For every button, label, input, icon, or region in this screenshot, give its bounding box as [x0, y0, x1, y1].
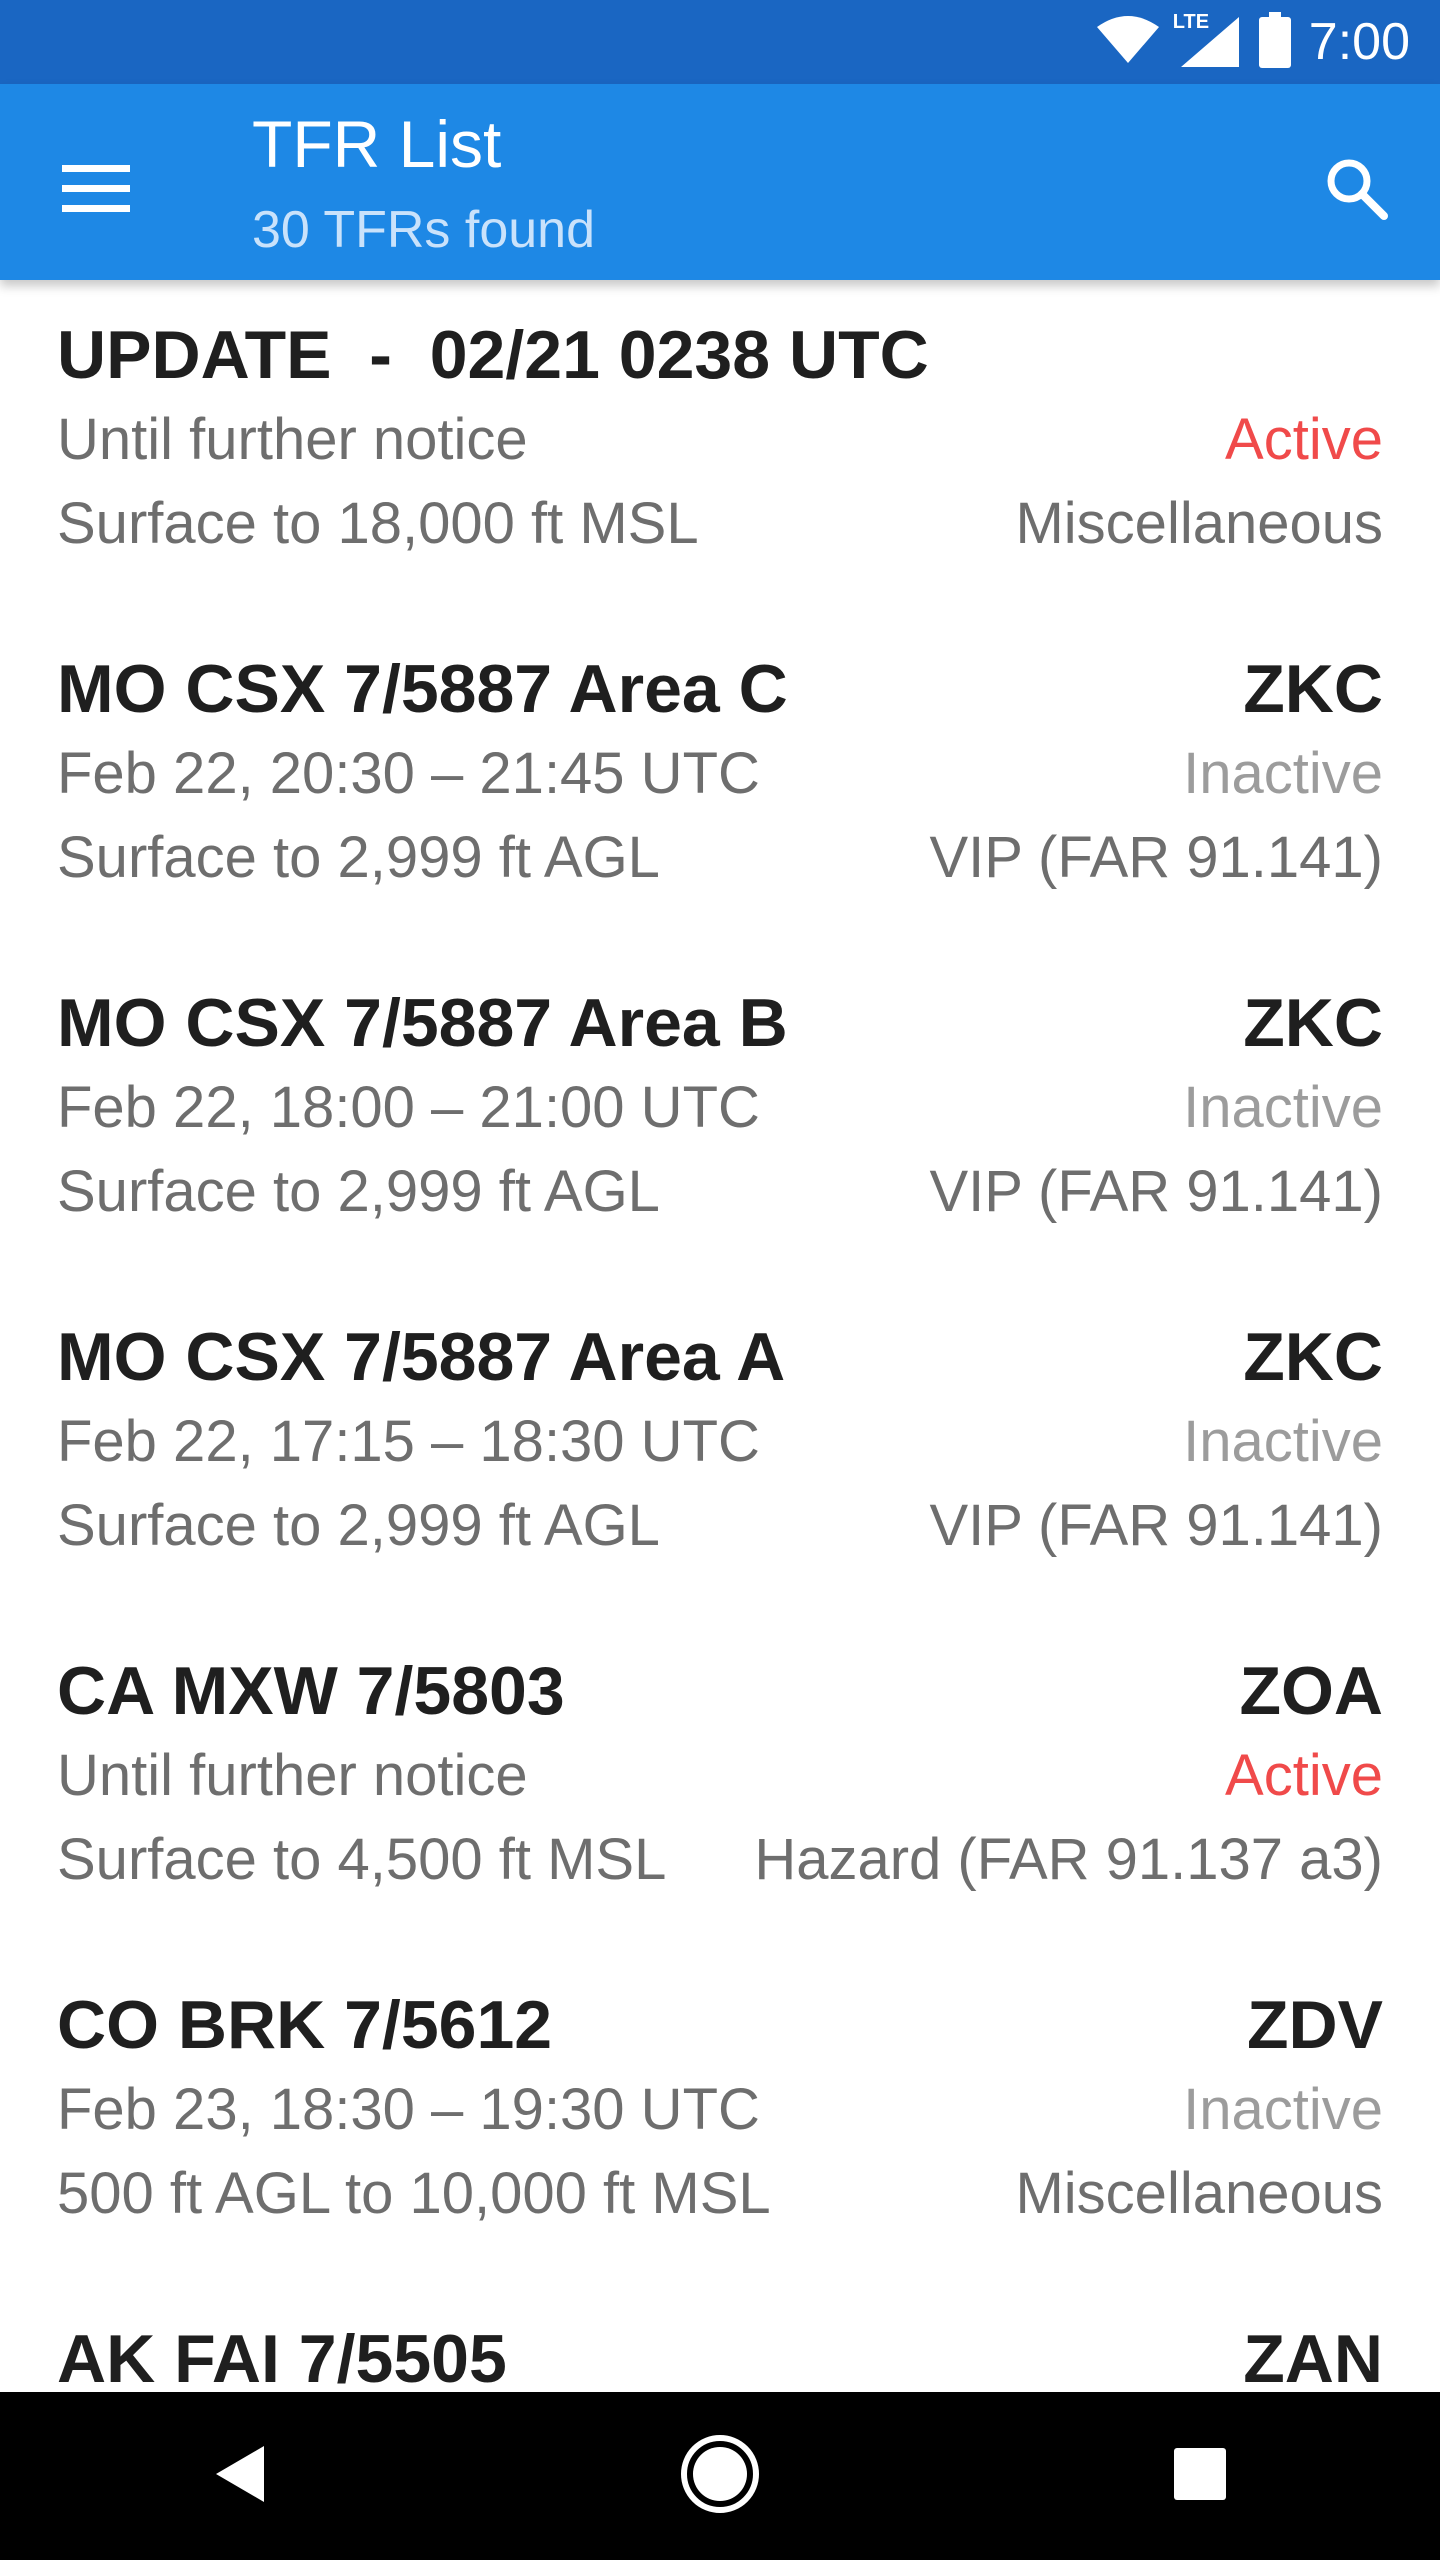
app-bar: TFR List 30 TFRs found [0, 84, 1440, 280]
tfr-count: 30 TFRs found [252, 201, 596, 259]
tfr-center: ZOA [1239, 1653, 1383, 1729]
home-button[interactable] [650, 2406, 790, 2546]
search-button[interactable] [1308, 142, 1404, 238]
search-icon [1324, 156, 1388, 224]
tfr-center: ZKC [1243, 651, 1383, 727]
tfr-altitude: Surface to 2,999 ft AGL [57, 825, 660, 890]
tfr-list-item[interactable]: AK FAI 7/5505 ZAN [0, 2284, 1440, 2392]
tfr-type: VIP (FAR 91.141) [929, 825, 1384, 890]
tfr-type: VIP (FAR 91.141) [929, 1493, 1384, 1558]
tfr-title: MO CSX 7/5887 Area A [57, 1319, 786, 1395]
tfr-altitude: Surface to 2,999 ft AGL [57, 1159, 660, 1224]
tfr-list-item[interactable]: UPDATE - 02/21 0238 UTC Until further no… [0, 280, 1440, 614]
tfr-center: ZAN [1243, 2321, 1383, 2392]
tfr-time: Feb 22, 17:15 – 18:30 UTC [57, 1409, 760, 1474]
tfr-type: Miscellaneous [1015, 2161, 1383, 2226]
tfr-type: VIP (FAR 91.141) [929, 1159, 1384, 1224]
cell-signal-icon: LTE [1173, 11, 1241, 69]
status-bar: LTE 7:00 [0, 0, 1440, 84]
tfr-center: ZKC [1243, 1319, 1383, 1395]
tfr-status: Inactive [1183, 1075, 1383, 1140]
tfr-list-item[interactable]: CA MXW 7/5803 ZOA Until further notice A… [0, 1616, 1440, 1950]
tfr-title: MO CSX 7/5887 Area C [57, 651, 788, 727]
tfr-altitude: Surface to 18,000 ft MSL [57, 491, 699, 556]
tfr-title: CA MXW 7/5803 [57, 1653, 565, 1729]
wifi-icon [1095, 15, 1161, 69]
navigation-bar [0, 2392, 1440, 2560]
back-button[interactable] [170, 2406, 310, 2546]
battery-icon [1258, 12, 1291, 72]
tfr-altitude: 500 ft AGL to 10,000 ft MSL [57, 2161, 771, 2226]
recents-button[interactable] [1130, 2406, 1270, 2546]
home-icon [678, 2432, 762, 2520]
tfr-time: Feb 22, 18:00 – 21:00 UTC [57, 1075, 760, 1140]
tfr-type: Miscellaneous [1015, 491, 1383, 556]
tfr-status: Active [1225, 407, 1383, 472]
tfr-title: UPDATE - 02/21 0238 UTC [57, 317, 929, 393]
page-title: TFR List [252, 107, 502, 181]
hamburger-menu-icon [62, 163, 130, 217]
tfr-list-item[interactable]: MO CSX 7/5887 Area C ZKC Feb 22, 20:30 –… [0, 614, 1440, 948]
tfr-type: Hazard (FAR 91.137 a3) [754, 1827, 1383, 1892]
tfr-time: Until further notice [57, 407, 528, 472]
tfr-status: Active [1225, 1743, 1383, 1808]
status-time: 7:00 [1308, 13, 1410, 71]
tfr-list-item[interactable]: MO CSX 7/5887 Area B ZKC Feb 22, 18:00 –… [0, 948, 1440, 1282]
tfr-list-item[interactable]: MO CSX 7/5887 Area A ZKC Feb 22, 17:15 –… [0, 1282, 1440, 1616]
tfr-status: Inactive [1183, 2077, 1383, 2142]
tfr-center: ZKC [1243, 985, 1383, 1061]
tfr-status: Inactive [1183, 741, 1383, 806]
tfr-list[interactable]: UPDATE - 02/21 0238 UTC Until further no… [0, 280, 1440, 2392]
tfr-time: Until further notice [57, 1743, 528, 1808]
recents-icon [1172, 2446, 1228, 2506]
tfr-altitude: Surface to 4,500 ft MSL [57, 1827, 667, 1892]
tfr-altitude: Surface to 2,999 ft AGL [57, 1493, 660, 1558]
status-icons: LTE 7:00 [1095, 0, 1410, 84]
tfr-status: Inactive [1183, 1409, 1383, 1474]
tfr-time: Feb 22, 20:30 – 21:45 UTC [57, 741, 760, 806]
tfr-list-item[interactable]: CO BRK 7/5612 ZDV Feb 23, 18:30 – 19:30 … [0, 1950, 1440, 2284]
tfr-title: AK FAI 7/5505 [57, 2321, 507, 2392]
tfr-title: CO BRK 7/5612 [57, 1987, 553, 2063]
back-icon [212, 2442, 268, 2510]
network-type-label: LTE [1172, 11, 1210, 33]
tfr-center: ZDV [1247, 1987, 1383, 2063]
tfr-time: Feb 23, 18:30 – 19:30 UTC [57, 2077, 760, 2142]
menu-button[interactable] [48, 142, 144, 238]
screen: LTE 7:00 TFR List 30 TFRs found UPDATE -… [0, 0, 1440, 2560]
tfr-title: MO CSX 7/5887 Area B [57, 985, 788, 1061]
